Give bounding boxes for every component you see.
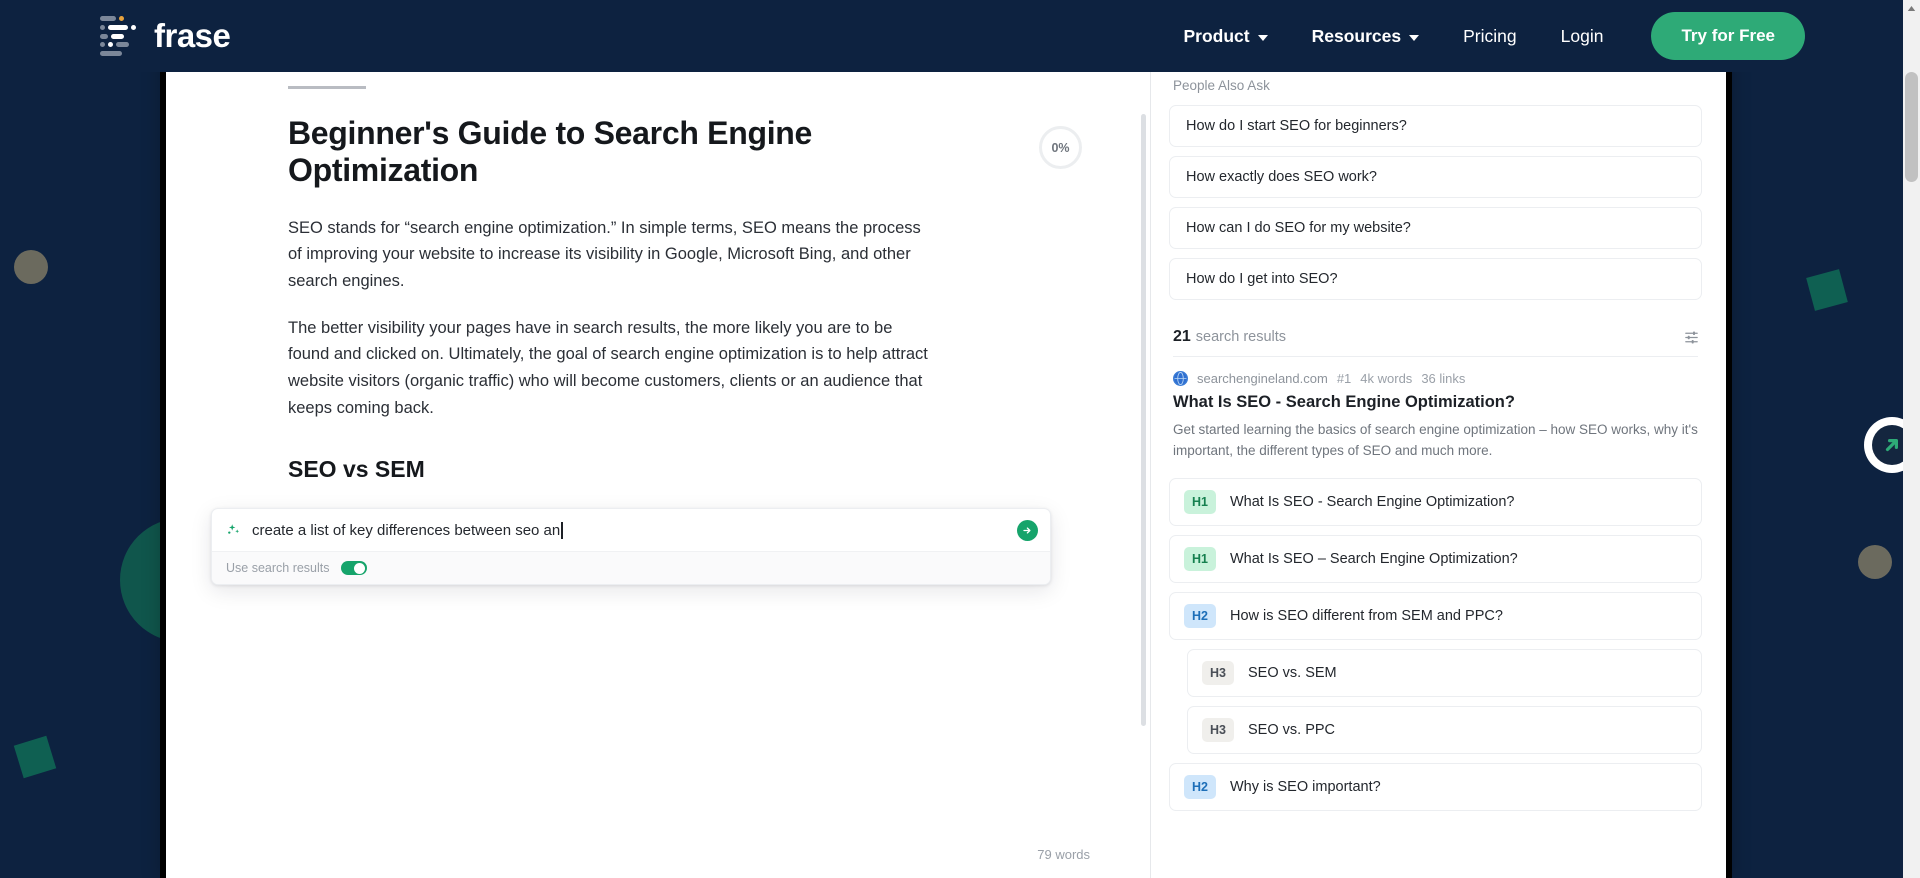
paa-item[interactable]: How do I get into SEO? <box>1169 258 1702 300</box>
nav-item-pricing-label: Pricing <box>1463 25 1517 46</box>
outline-heading-row[interactable]: H2 How is SEO different from SEM and PPC… <box>1169 591 1702 640</box>
search-results-count: 21 <box>1173 328 1191 345</box>
search-results-header: 21 search results <box>1173 326 1702 348</box>
nav-item-product[interactable]: Product <box>1162 18 1290 55</box>
outline-heading-row[interactable]: H1 What Is SEO – Search Engine Optimizat… <box>1169 534 1702 583</box>
favicon-icon <box>1173 371 1188 386</box>
search-results-divider <box>1173 356 1698 357</box>
result-link-count: 36 links <box>1421 371 1466 386</box>
document-top-divider <box>288 86 366 89</box>
sparkle-icon <box>226 522 242 538</box>
sliders-icon[interactable] <box>1680 326 1702 348</box>
frase-logo-icon <box>100 14 138 58</box>
heading-level-badge: H3 <box>1202 660 1234 685</box>
outline-heading-row[interactable]: H3 SEO vs. PPC <box>1187 705 1702 754</box>
brand-logo[interactable]: frase <box>100 14 231 58</box>
arrow-up-right-icon <box>1885 439 1898 452</box>
result-word-count: 4k words <box>1360 371 1413 386</box>
paa-item[interactable]: How can I do SEO for my website? <box>1169 207 1702 249</box>
chevron-down-icon <box>1257 34 1268 41</box>
heading-level-badge: H2 <box>1184 603 1216 628</box>
search-result-description: Get started learning the basics of searc… <box>1173 422 1698 458</box>
scroll-up-arrow-icon[interactable] <box>1903 0 1920 17</box>
research-sidebar-pane: People Also Ask How do I start SEO for b… <box>1151 56 1726 878</box>
text-cursor <box>561 521 563 539</box>
ai-prompt-options-row: Use search results <box>212 551 1050 584</box>
content-score-value: 0% <box>1051 140 1070 155</box>
result-rank: #1 <box>1336 371 1352 386</box>
top-navigation-bar: frase Product Resources Pricing Login Tr… <box>0 0 1920 72</box>
search-results-label: search results <box>1195 329 1287 345</box>
word-count-label: 79 words <box>1037 847 1090 862</box>
outline-heading-row[interactable]: H2 Why is SEO important? <box>1169 762 1702 811</box>
toggle-knob <box>354 562 366 574</box>
document-heading-seo-vs-sem[interactable]: SEO vs SEM <box>288 456 1060 483</box>
browser-scrollbar-thumb[interactable] <box>1905 72 1918 182</box>
document-paragraph-2[interactable]: The better visibility your pages have in… <box>288 315 928 422</box>
nav-item-product-label: Product <box>1183 25 1250 46</box>
decorative-circle-gray-left <box>14 250 48 284</box>
nav-item-resources[interactable]: Resources <box>1290 18 1442 55</box>
document-content[interactable]: Beginner's Guide to Search Engine Optimi… <box>166 56 1150 878</box>
document-title[interactable]: Beginner's Guide to Search Engine Optimi… <box>288 115 848 189</box>
paa-item[interactable]: How exactly does SEO work? <box>1169 156 1702 198</box>
decorative-circle-gray-right <box>1858 545 1892 579</box>
ai-prompt-input[interactable]: create a list of key differences between… <box>252 521 1007 539</box>
heading-text: Why is SEO important? <box>1229 778 1381 795</box>
try-for-free-button[interactable]: Try for Free <box>1651 12 1805 60</box>
ai-prompt-send-button[interactable] <box>1017 519 1038 541</box>
search-result-title[interactable]: What Is SEO - Search Engine Optimization… <box>1173 393 1702 412</box>
nav-item-pricing[interactable]: Pricing <box>1441 18 1539 55</box>
marketing-page-background: frase Product Resources Pricing Login Tr… <box>0 0 1920 878</box>
heading-text: SEO vs. SEM <box>1247 664 1337 681</box>
heading-text: How is SEO different from SEM and PPC? <box>1229 607 1503 624</box>
heading-level-badge: H1 <box>1184 546 1216 571</box>
heading-level-badge: H3 <box>1202 717 1234 742</box>
heading-text: SEO vs. PPC <box>1247 721 1336 738</box>
frase-app-window: 0% Beginner's Guide to Search Engine Opt… <box>160 56 1732 878</box>
chevron-down-icon <box>1409 34 1420 41</box>
heading-text: What Is SEO - Search Engine Optimization… <box>1229 493 1515 510</box>
decorative-square-teal-right <box>1806 269 1848 311</box>
nav-item-login[interactable]: Login <box>1539 18 1626 55</box>
outline-heading-row[interactable]: H1 What Is SEO - Search Engine Optimizat… <box>1169 477 1702 526</box>
nav-links: Product Resources Pricing Login Try for … <box>1162 12 1805 60</box>
browser-scrollbar[interactable] <box>1903 0 1920 878</box>
ai-prompt-box: create a list of key differences between… <box>211 508 1051 585</box>
nav-item-login-label: Login <box>1560 25 1604 46</box>
nav-item-resources-label: Resources <box>1311 25 1402 46</box>
document-editor-pane: 0% Beginner's Guide to Search Engine Opt… <box>166 56 1151 878</box>
use-search-results-toggle[interactable] <box>340 561 367 575</box>
content-score-badge[interactable]: 0% <box>1039 126 1082 169</box>
ai-prompt-value: create a list of key differences between… <box>252 521 561 539</box>
ai-prompt-input-row[interactable]: create a list of key differences between… <box>212 509 1050 551</box>
arrow-right-icon <box>1023 526 1031 534</box>
paa-item[interactable]: How do I start SEO for beginners? <box>1169 105 1702 147</box>
outline-heading-row[interactable]: H3 SEO vs. SEM <box>1187 648 1702 697</box>
document-paragraph-1[interactable]: SEO stands for “search engine optimizati… <box>288 215 928 295</box>
editor-scrollbar-thumb[interactable] <box>1141 114 1146 726</box>
heading-level-badge: H2 <box>1184 774 1216 799</box>
brand-name: frase <box>154 17 231 54</box>
heading-level-badge: H1 <box>1184 489 1216 514</box>
use-search-results-label: Use search results <box>226 561 330 575</box>
people-also-ask-title: People Also Ask <box>1173 78 1270 93</box>
result-domain[interactable]: searchengineland.com <box>1197 371 1328 386</box>
heading-text: What Is SEO – Search Engine Optimization… <box>1229 550 1518 567</box>
search-result-meta: searchengineland.com #1 4k words 36 link… <box>1173 371 1702 386</box>
decorative-square-teal-left <box>13 735 57 779</box>
